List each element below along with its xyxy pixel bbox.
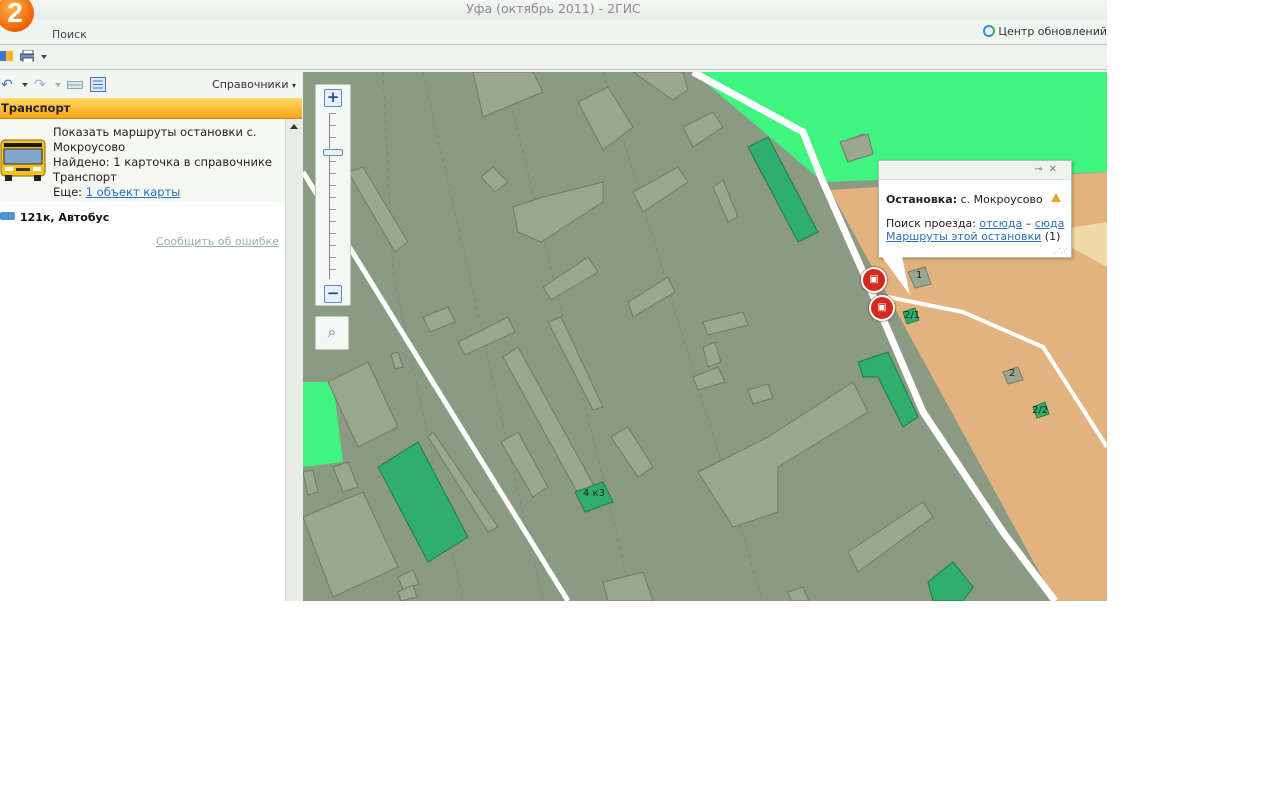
found-prefix: Найдено:	[53, 155, 114, 169]
refresh-icon	[983, 25, 996, 37]
print-icon[interactable]	[20, 50, 34, 62]
nav-row: ↶ ↷ Справочники ▾	[0, 72, 302, 99]
bus-route-icon	[0, 212, 15, 220]
results-list: Показать маршруты остановки с. Мокроусов…	[0, 119, 285, 601]
map-canvas[interactable]	[303, 72, 1107, 601]
app-window: Уфа (октябрь 2011) - 2ГИС 2 Поиск Центр …	[0, 0, 1107, 601]
result-card-text: Показать маршруты остановки с. Мокроусов…	[53, 125, 281, 200]
stop-routes-line: Маршруты этой остановки (1)	[886, 230, 1060, 243]
more-text: Еще: 1 объект карты	[53, 185, 281, 200]
title-bar: Уфа (октябрь 2011) - 2ГИС	[0, 0, 1107, 20]
map-view[interactable]: 1 2/1 2 2/2 4 к3 + − ⌕ ▣ ▣ ⊸✕ Остановка:	[303, 72, 1107, 601]
forward-icon[interactable]: ↷	[34, 78, 46, 92]
magnifier-icon: ⌕	[327, 323, 337, 341]
zoom-out-button[interactable]: −	[324, 285, 342, 303]
forward-dropdown-icon[interactable]	[55, 83, 61, 87]
dash-separator: –	[1022, 217, 1035, 230]
from-here-link[interactable]: отсюда	[979, 217, 1022, 230]
results-scrollbar[interactable]	[285, 119, 303, 601]
left-panel: ↶ ↷ Справочники ▾ Транспорт Показать мар…	[0, 72, 303, 601]
popup-buttons: ⊸✕	[1034, 164, 1063, 175]
building-label-1: 1	[916, 270, 923, 281]
building-label-2: 2	[1009, 368, 1016, 379]
category-title: Транспорт	[1, 101, 71, 115]
resize-grip-icon[interactable]: ⋰⋰	[1054, 247, 1068, 255]
toolbar	[0, 45, 1107, 70]
category-header: Транспорт	[0, 98, 302, 119]
stop-routes-link[interactable]: Маршруты этой остановки	[886, 230, 1041, 243]
popup-title: Остановка: с. Мокроусово	[886, 193, 1043, 206]
directories-label: Справочники	[212, 78, 289, 91]
report-error-link[interactable]: Сообщить об ошибке	[156, 235, 279, 248]
zoom-control: + −	[315, 84, 351, 306]
window-title: Уфа (октябрь 2011) - 2ГИС	[466, 1, 641, 16]
popup-title-label: Остановка:	[886, 193, 958, 206]
print-dropdown-icon[interactable]	[41, 55, 47, 59]
result-card[interactable]: Показать маршруты остановки с. Мокроусов…	[0, 119, 285, 202]
magnifier-button[interactable]: ⌕	[315, 316, 349, 350]
zoom-slider[interactable]	[329, 113, 336, 279]
stop-popup: ⊸✕ Остановка: с. Мокроусово Поиск проезд…	[878, 160, 1072, 295]
building-label-2-1: 2/1	[904, 310, 921, 321]
found-text: Найдено: 1 карточка в справочнике Трансп…	[53, 155, 281, 185]
bus-stop-icon: ▣	[869, 274, 879, 285]
popup-header: ⊸✕	[879, 161, 1071, 180]
map-object-link[interactable]: 1 объект карты	[86, 185, 181, 199]
to-here-link[interactable]: сюда	[1035, 217, 1065, 230]
warning-icon[interactable]	[1051, 193, 1061, 202]
building-label-4k3: 4 к3	[583, 488, 605, 499]
close-icon[interactable]: ✕	[1049, 164, 1063, 175]
bus-stop-marker[interactable]: ▣	[861, 267, 887, 293]
update-center-label: Центр обновлений	[998, 25, 1107, 38]
collapse-panel-icon[interactable]	[67, 79, 83, 91]
popup-title-value: с. Мокроусово	[957, 193, 1043, 206]
building-label-2-2: 2/2	[1032, 405, 1049, 416]
back-icon[interactable]: ↶	[1, 78, 13, 92]
expand-panel-icon[interactable]	[90, 77, 106, 92]
menu-bar: Поиск Центр обновлений	[0, 20, 1107, 45]
update-center-button[interactable]: Центр обновлений	[983, 25, 1107, 38]
route-search-line: Поиск проезда: отсюда – сюда	[886, 217, 1064, 230]
back-dropdown-icon[interactable]	[22, 83, 28, 87]
route-item[interactable]: 121к, Автобус	[0, 211, 109, 224]
bus-stop-icon: ▣	[877, 302, 887, 313]
more-prefix: Еще:	[53, 185, 86, 199]
menu-search[interactable]: Поиск	[52, 28, 87, 41]
directories-dropdown[interactable]: Справочники ▾	[212, 78, 296, 91]
zoom-in-button[interactable]: +	[324, 89, 342, 107]
scroll-up-icon[interactable]	[290, 124, 298, 129]
zoom-slider-thumb[interactable]	[323, 149, 343, 156]
route-label: 121к, Автобус	[20, 211, 110, 224]
show-routes-text: Показать маршруты остановки с. Мокроусов…	[53, 125, 257, 154]
route-search-label: Поиск проезда:	[886, 217, 980, 230]
book-icon[interactable]	[0, 50, 14, 62]
stop-routes-count: (1)	[1041, 230, 1061, 243]
bus-icon	[0, 139, 46, 181]
bus-stop-marker-selected[interactable]: ▣	[869, 295, 895, 321]
pin-icon[interactable]: ⊸	[1034, 164, 1048, 175]
chevron-down-icon: ▾	[291, 81, 296, 90]
